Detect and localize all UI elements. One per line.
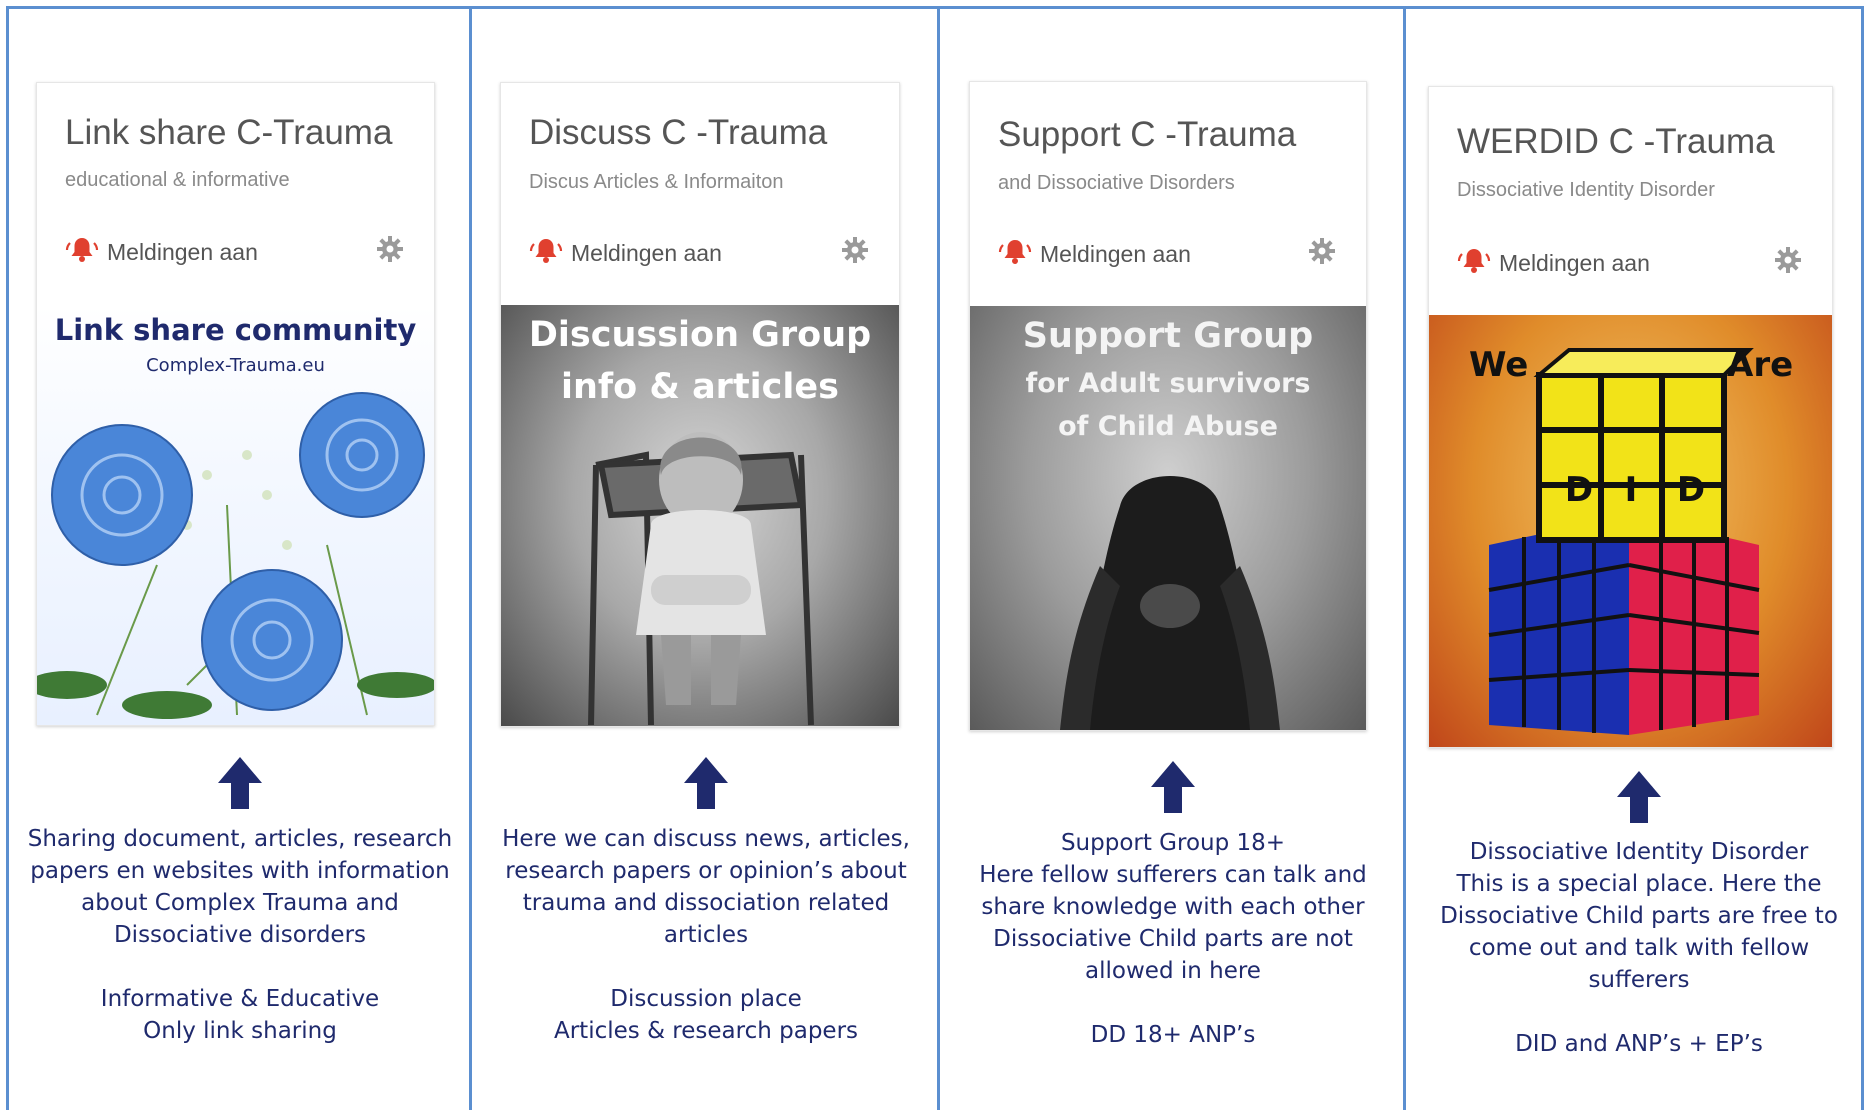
description-line: Sharing document, articles, research	[27, 826, 453, 852]
card-title[interactable]: Discuss C -Trauma	[529, 113, 827, 153]
frame-divider-1	[469, 6, 472, 1110]
description-line: Here fellow sufferers can talk and	[979, 862, 1367, 888]
card-title[interactable]: Support C -Trauma	[998, 115, 1296, 155]
bell-icon	[65, 235, 99, 269]
notifications-toggle[interactable]: Meldingen aan	[1457, 246, 1650, 280]
gear-icon[interactable]	[1308, 237, 1336, 270]
arrow-up-icon	[218, 757, 262, 809]
banner-subtitle: info & articles	[560, 367, 839, 407]
notifications-toggle[interactable]: Meldingen aan	[65, 235, 258, 269]
description-line: articles	[663, 922, 749, 948]
frame-right-border	[1861, 6, 1864, 1110]
description-line: trauma and dissociation related	[522, 890, 890, 916]
banner-letter: D	[1564, 470, 1594, 510]
card-title[interactable]: WERDID C -Trauma	[1457, 122, 1775, 162]
banner-word-right: Are	[1727, 345, 1794, 385]
description-line: Dissociative disorders	[113, 922, 367, 948]
description-line: Support Group 18+	[1060, 830, 1286, 856]
banner-word-left: We	[1469, 345, 1529, 385]
card-subtitle: Dissociative Identity Disorder	[1457, 179, 1715, 201]
arrow-up-icon	[1617, 771, 1661, 823]
description-line: research papers or opinion’s about	[505, 858, 907, 884]
card-banner-image[interactable]: Discussion Group info & articles	[501, 305, 899, 726]
note-line: Discussion place	[610, 986, 802, 1012]
banner-subtitle: for Adult survivors	[1025, 368, 1311, 399]
community-card-link-share[interactable]: Link share C-Trauma educational & inform…	[36, 82, 435, 726]
note-line: Only link sharing	[143, 1018, 337, 1044]
description-line: share knowledge with each other	[981, 894, 1365, 920]
arrow-up-icon	[684, 757, 728, 809]
card-title[interactable]: Link share C-Trauma	[65, 113, 392, 153]
banner-letter: D	[1676, 470, 1706, 510]
description-line: Dissociative Identity Disorder	[1469, 839, 1809, 865]
community-description: Here we can discuss news, articles, rese…	[486, 823, 926, 1047]
frame-top-border	[6, 6, 1864, 9]
description-line: Dissociative Child parts are free to	[1440, 903, 1838, 929]
notifications-label: Meldingen aan	[107, 238, 258, 265]
gear-icon[interactable]	[376, 235, 404, 268]
note-line: Informative & Educative	[100, 986, 380, 1012]
community-card-discuss[interactable]: Discuss C -Trauma Discus Articles & Info…	[500, 82, 900, 727]
description-line: come out and talk with fellow	[1468, 935, 1810, 961]
bell-icon	[1457, 246, 1491, 280]
description-line: Here we can discuss news, articles,	[502, 826, 910, 852]
banner-title: Link share community	[54, 313, 417, 347]
banner-title: Support Group	[1022, 316, 1314, 356]
card-banner-image[interactable]: We Are D I D	[1429, 315, 1832, 747]
description-line: papers en websites with information	[30, 858, 450, 884]
notifications-toggle[interactable]: Meldingen aan	[998, 237, 1191, 271]
community-description: Support Group 18+ Here fellow sufferers …	[953, 827, 1393, 1051]
card-subtitle: Discus Articles & Informaiton	[529, 171, 784, 193]
banner-letter: I	[1624, 470, 1638, 510]
blue-roses-illustration	[37, 392, 434, 719]
card-banner-image[interactable]: Link share community Complex-Trauma.eu	[37, 305, 434, 725]
description-line: This is a special place. Here the	[1456, 871, 1822, 897]
community-description: Dissociative Identity Disorder This is a…	[1419, 836, 1859, 1060]
banner-subtitle: Complex-Trauma.eu	[146, 355, 325, 376]
bell-icon	[998, 237, 1032, 271]
community-description: Sharing document, articles, research pap…	[20, 823, 460, 1047]
arrow-up-icon	[1151, 761, 1195, 813]
description-line: about Complex Trauma and	[81, 890, 399, 916]
description-line: allowed in here	[1085, 958, 1261, 984]
frame-left-border	[6, 6, 9, 1110]
frame-divider-3	[1403, 6, 1406, 1110]
community-card-support[interactable]: Support C -Trauma and Dissociative Disor…	[969, 81, 1367, 731]
note-line: Articles & research papers	[553, 1018, 859, 1044]
card-banner-image[interactable]: Support Group for Adult survivors of Chi…	[970, 306, 1366, 730]
card-subtitle: educational & informative	[65, 169, 290, 191]
bell-icon	[529, 236, 563, 270]
note-line: DD 18+ ANP’s	[1090, 1022, 1256, 1048]
community-card-werdid[interactable]: WERDID C -Trauma Dissociative Identity D…	[1428, 86, 1833, 748]
banner-subtitle-2: of Child Abuse	[1058, 411, 1278, 442]
gear-icon[interactable]	[1774, 246, 1802, 279]
notifications-toggle[interactable]: Meldingen aan	[529, 236, 722, 270]
notifications-label: Meldingen aan	[1040, 240, 1191, 267]
description-line: Dissociative Child parts are not	[993, 926, 1353, 952]
description-line: sufferers	[1588, 967, 1690, 993]
notifications-label: Meldingen aan	[571, 239, 722, 266]
note-line: DID and ANP’s + EP’s	[1515, 1031, 1763, 1057]
frame-divider-2	[937, 6, 940, 1110]
gear-icon[interactable]	[841, 236, 869, 269]
banner-title: Discussion Group	[528, 315, 872, 355]
card-subtitle: and Dissociative Disorders	[998, 172, 1235, 194]
notifications-label: Meldingen aan	[1499, 249, 1650, 276]
